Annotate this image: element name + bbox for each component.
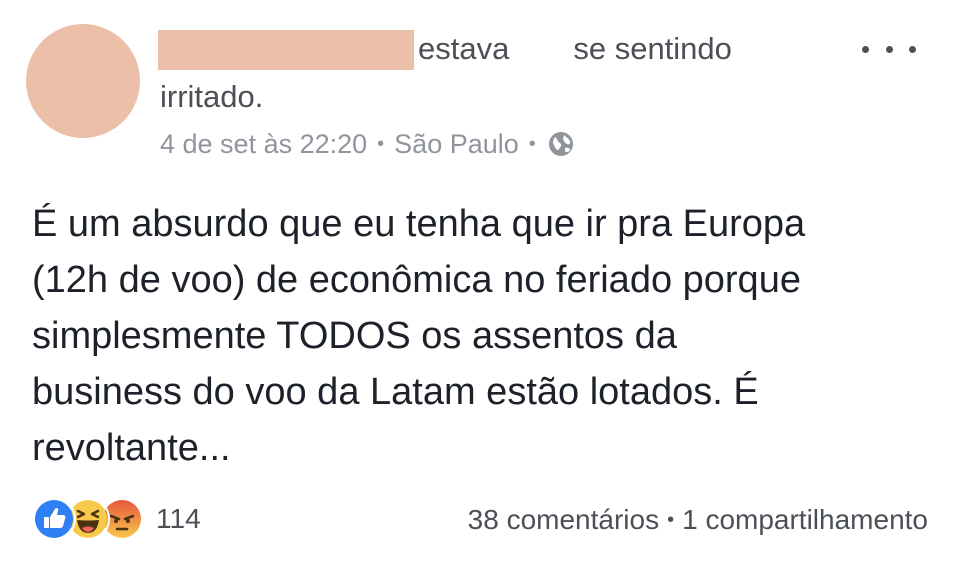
feeling-value: irritado. — [160, 79, 264, 114]
separator-dot: • — [377, 132, 385, 155]
post-line: simplesmente TODOS os assentos da — [32, 315, 677, 357]
more-options-button[interactable] — [862, 34, 916, 64]
post-body: É um absurdo que eu tenha que ir pra Eur… — [32, 196, 932, 476]
feeling-line: estava se sentindo — [418, 30, 732, 68]
shares-link[interactable]: 1 compartilhamento — [682, 504, 928, 536]
separator-dot: • — [528, 132, 536, 155]
reaction-count[interactable]: 114 — [156, 503, 201, 535]
feeling-prefix: se sentindo — [573, 31, 732, 66]
like-icon — [32, 497, 76, 541]
redacted-author-name[interactable] — [158, 30, 414, 70]
location-link[interactable]: São Paulo — [394, 129, 519, 160]
post-line: (12h de voo) de econômica no feriado por… — [32, 259, 801, 301]
globe-icon[interactable] — [546, 129, 576, 159]
more-dot — [909, 45, 916, 53]
timestamp-link[interactable]: 4 de set às 22:20 — [160, 129, 367, 160]
separator-dot: • — [667, 508, 675, 531]
more-dot — [885, 45, 893, 53]
comments-link[interactable]: 38 comentários — [468, 504, 659, 536]
reactions-summary[interactable]: 114 — [32, 496, 201, 542]
feeling-verb: estava — [418, 31, 510, 66]
more-dot — [862, 45, 869, 53]
post-line: revoltante... — [32, 427, 231, 469]
avatar[interactable] — [26, 24, 140, 138]
post-meta: 4 de set às 22:20 • São Paulo • — [160, 126, 576, 162]
post-stats: 38 comentários • 1 compartilhamento — [468, 500, 928, 540]
post-line: É um absurdo que eu tenha que ir pra Eur… — [32, 203, 806, 245]
post-line: business do voo da Latam estão lotados. … — [32, 371, 759, 413]
